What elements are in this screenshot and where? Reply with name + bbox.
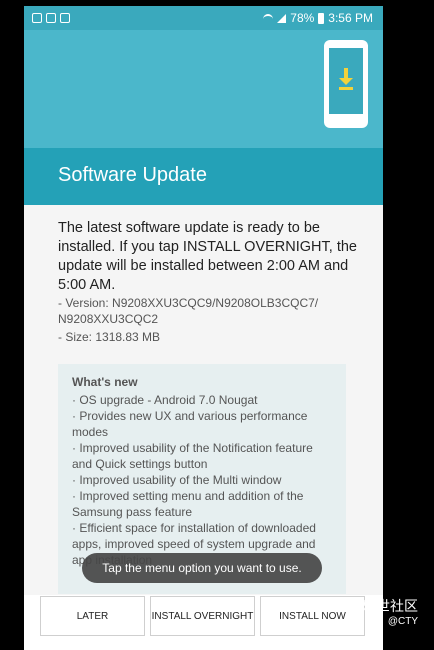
clock: 3:56 PM xyxy=(328,11,373,25)
watermark-sub: @CTY xyxy=(387,616,418,627)
update-content: The latest software update is ready to b… xyxy=(24,205,383,595)
status-bar: 78% 3:56 PM xyxy=(24,6,383,30)
notification-icon xyxy=(46,13,56,23)
version-text: - Version: N9208XXU3CQC9/N9208OLB3CQC7/ … xyxy=(58,296,319,326)
wifi-icon xyxy=(263,14,274,22)
notification-icon xyxy=(32,13,42,23)
later-button[interactable]: LATER xyxy=(40,596,145,636)
phone-download-icon xyxy=(324,40,368,128)
whats-new-item: · OS upgrade - Android 7.0 Nougat xyxy=(72,393,258,407)
watermark-text: 盖乐世社区 xyxy=(348,598,418,614)
whats-new-item: · Improved setting menu and addition of … xyxy=(72,489,304,519)
button-bar: LATER INSTALL OVERNIGHT INSTALL NOW xyxy=(24,596,383,650)
battery-icon xyxy=(318,12,325,24)
whats-new-item: · Improved usability of the Multi window xyxy=(72,473,282,487)
notification-icon xyxy=(60,13,70,23)
install-overnight-button[interactable]: INSTALL OVERNIGHT xyxy=(150,596,255,636)
battery-percent: 78% xyxy=(290,11,315,25)
toast-message: Tap the menu option you want to use. xyxy=(82,553,322,583)
download-arrow-icon xyxy=(339,68,353,90)
signal-icon xyxy=(277,13,287,23)
size-text: - Size: 1318.83 MB xyxy=(58,330,161,344)
page-title: Software Update xyxy=(58,164,207,186)
whats-new-item: · Improved usability of the Notification… xyxy=(72,441,313,471)
hero-banner xyxy=(24,30,383,148)
update-screen: 78% 3:56 PM Software Update The latest s… xyxy=(24,6,383,650)
intro-text: The latest software update is ready to b… xyxy=(58,220,357,293)
watermark: 盖乐世社区 @CTY xyxy=(348,596,418,627)
whats-new-title: What's new xyxy=(72,375,138,389)
title-band: Software Update xyxy=(24,148,383,205)
whats-new-item: · Provides new UX and various performanc… xyxy=(72,409,308,439)
